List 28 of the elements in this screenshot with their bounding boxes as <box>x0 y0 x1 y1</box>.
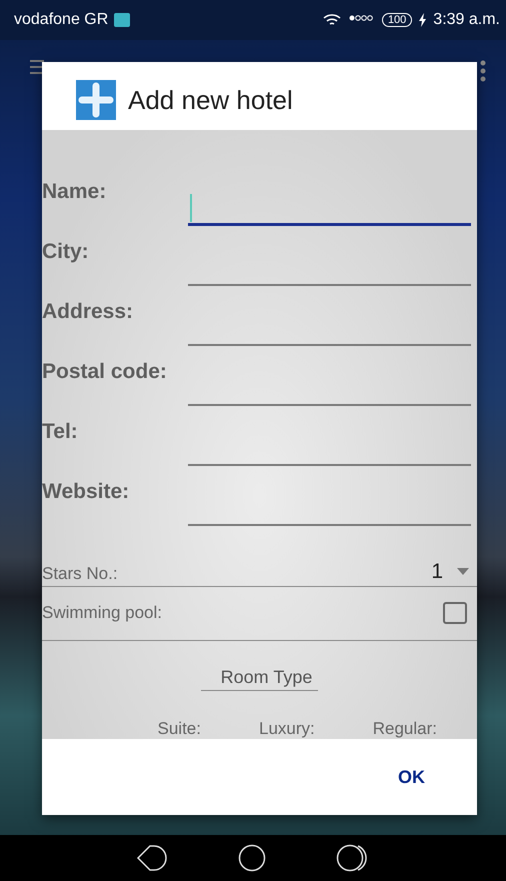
dropdown-caret-icon <box>457 568 469 576</box>
field-label: Postal code: <box>42 360 168 386</box>
field-label: Name: <box>42 180 108 206</box>
room-type-heading: Room Type <box>200 667 318 691</box>
charging-icon <box>418 13 428 27</box>
room-type-label: Luxury: <box>258 719 315 739</box>
menu-icon <box>30 60 44 74</box>
text-cursor <box>190 194 192 222</box>
field-label: Tel: <box>42 420 79 446</box>
plus-icon <box>76 80 116 120</box>
field-label: Address: <box>42 300 134 326</box>
pool-label: Swimming pool: <box>42 603 162 624</box>
more-icon <box>480 60 486 82</box>
stars-label: Stars No.: <box>42 564 118 584</box>
ok-button[interactable]: OK <box>392 760 431 794</box>
room-type-label: Regular: <box>372 719 437 739</box>
dialog-title: Add new hotel <box>128 84 293 116</box>
clock: 3:39 a.m. <box>433 11 500 29</box>
stars-dropdown[interactable]: 1 <box>431 560 477 584</box>
pool-checkbox[interactable] <box>443 602 467 624</box>
notification-icon <box>114 13 130 27</box>
back-icon[interactable] <box>136 844 168 872</box>
field-label: City: <box>42 240 90 266</box>
home-icon[interactable] <box>238 844 266 872</box>
room-type-label: Suite: <box>158 719 201 739</box>
battery-level: 100 <box>382 13 412 27</box>
carrier-name: vodafone GR <box>14 11 108 29</box>
field-label: Website: <box>42 480 130 506</box>
